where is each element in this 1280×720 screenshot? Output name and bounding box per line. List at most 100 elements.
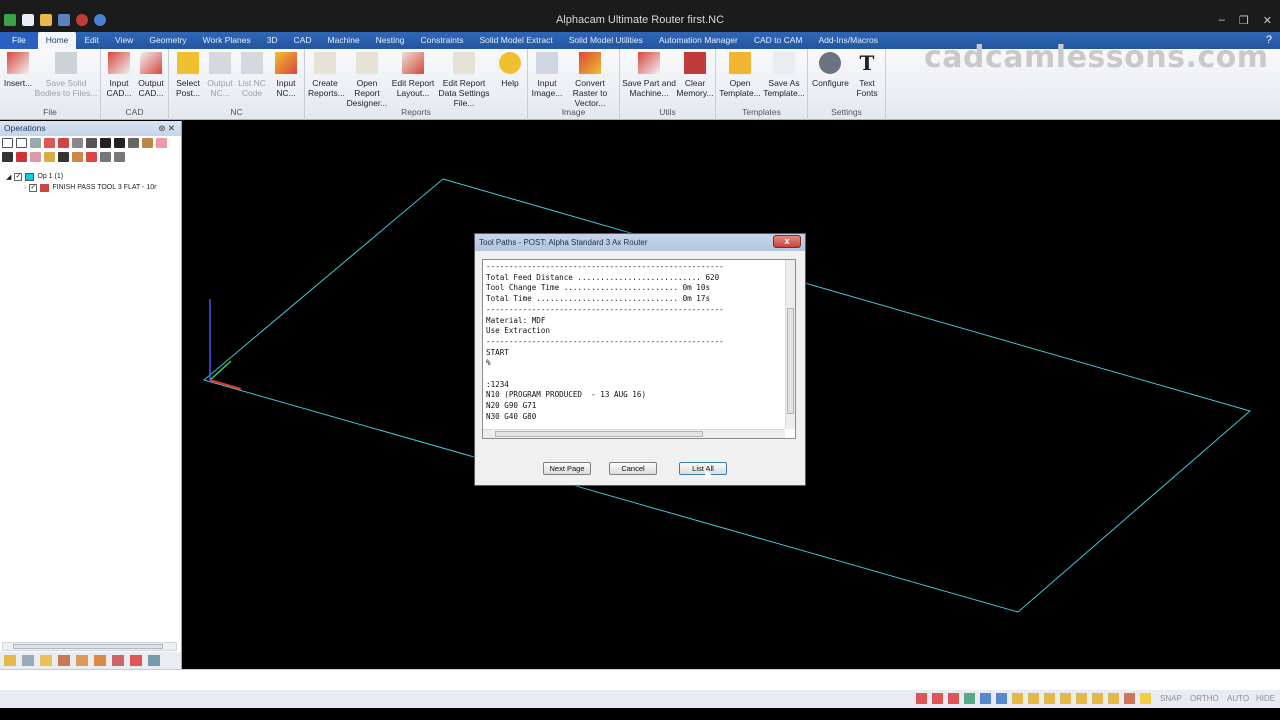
collapse-arrow-icon[interactable]: ◢: [6, 173, 11, 181]
layers-icon[interactable]: [4, 655, 16, 666]
command-bar[interactable]: [0, 669, 1280, 690]
tree-item-op1[interactable]: ◢ ✓ Op 1 (1): [6, 171, 156, 182]
status-icon-1[interactable]: [916, 693, 927, 704]
save-as-template-button[interactable]: Save As Template...: [762, 51, 806, 98]
operations-hscrollbar[interactable]: [2, 642, 177, 651]
tab-edit[interactable]: Edit: [76, 32, 107, 49]
input-cad-button[interactable]: Input CAD...: [102, 51, 136, 98]
sheet-icon[interactable]: [112, 655, 124, 666]
unlock-icon[interactable]: [44, 152, 55, 162]
tab-automation-manager[interactable]: Automation Manager: [651, 32, 746, 49]
open-report-designer-button[interactable]: Open Report Designer...: [343, 51, 391, 108]
expand-arrow-icon[interactable]: ›: [24, 184, 26, 191]
input-nc-button[interactable]: Input NC...: [269, 51, 303, 98]
refresh-icon[interactable]: [128, 138, 139, 148]
folder-icon[interactable]: [40, 655, 52, 666]
status-icon-4[interactable]: [964, 693, 975, 704]
tool-icon[interactable]: [58, 655, 70, 666]
wand-icon[interactable]: [156, 138, 167, 148]
merge-icon[interactable]: [114, 152, 125, 162]
pin-close-icon[interactable]: ⊛ ✕: [158, 121, 175, 136]
tab-3d[interactable]: 3D: [259, 32, 286, 49]
listing-vscroll-thumb[interactable]: [787, 308, 794, 414]
move-up-icon[interactable]: [100, 138, 111, 148]
listing-vscrollbar[interactable]: [785, 260, 795, 429]
tab-solid-model-utilities[interactable]: Solid Model Utilities: [561, 32, 651, 49]
cancel-button[interactable]: Cancel: [609, 462, 657, 475]
move-down-icon[interactable]: [114, 138, 125, 148]
tab-constraints[interactable]: Constraints: [412, 32, 471, 49]
collapse-all-icon[interactable]: [16, 138, 27, 148]
loop-icon[interactable]: [86, 138, 97, 148]
listing-hscroll-thumb[interactable]: [495, 431, 703, 437]
ortho-toggle[interactable]: ORTHO: [1190, 694, 1219, 703]
next-page-button[interactable]: Next Page: [543, 462, 591, 475]
tab-add-ins-macros[interactable]: Add-Ins/Macros: [810, 32, 886, 49]
scroll-thumb[interactable]: [13, 644, 163, 649]
cut-icon[interactable]: [86, 152, 97, 162]
edit-icon[interactable]: [44, 138, 55, 148]
report-small-icon[interactable]: [130, 655, 142, 666]
pencil-icon[interactable]: [142, 138, 153, 148]
split-icon[interactable]: [100, 152, 111, 162]
status-icon-12[interactable]: [1092, 693, 1103, 704]
status-icon-5[interactable]: [980, 693, 991, 704]
binoculars-icon[interactable]: [58, 152, 69, 162]
tab-machine[interactable]: Machine: [320, 32, 368, 49]
select-post-button[interactable]: Select Post...: [171, 51, 205, 98]
tab-geometry[interactable]: Geometry: [141, 32, 194, 49]
reports-help-button[interactable]: Help: [493, 51, 527, 88]
input-image-button[interactable]: Input Image...: [530, 51, 564, 98]
insert-button[interactable]: Insert...: [1, 51, 35, 88]
snap-toggle[interactable]: SNAP: [1160, 694, 1182, 703]
finish-pass-checkbox[interactable]: ✓: [29, 183, 38, 192]
tab-file[interactable]: File: [0, 32, 38, 49]
status-icon-10[interactable]: [1060, 693, 1071, 704]
open-template-button[interactable]: Open Template...: [718, 51, 762, 98]
restore-icon[interactable]: ❐: [1239, 14, 1249, 27]
output-nc-button[interactable]: Output NC...: [203, 51, 237, 98]
listing-hscrollbar[interactable]: [483, 429, 785, 438]
tree-item-finish-pass[interactable]: › ✓ FINISH PASS TOOL 3 FLAT - 10r: [24, 182, 156, 193]
edit-report-data-settings-button[interactable]: Edit Report Data Settings File...: [435, 51, 493, 108]
status-icon-2[interactable]: [932, 693, 943, 704]
text-fonts-button[interactable]: T Text Fonts: [850, 51, 884, 98]
minimize-icon[interactable]: –: [1219, 14, 1225, 27]
group-icon[interactable]: [58, 138, 69, 148]
close-icon[interactable]: ✕: [1263, 14, 1272, 27]
hide-toggle[interactable]: HIDE: [1256, 694, 1275, 703]
status-icon-15[interactable]: [1140, 693, 1151, 704]
tab-cad-to-cam[interactable]: CAD to CAM: [746, 32, 811, 49]
tab-cad[interactable]: CAD: [286, 32, 320, 49]
cut-part-icon[interactable]: [76, 655, 88, 666]
status-icon-6[interactable]: [996, 693, 1007, 704]
auto-toggle[interactable]: AUTO: [1227, 694, 1249, 703]
calc-icon[interactable]: [72, 152, 83, 162]
create-reports-button[interactable]: Create Reports...: [308, 51, 345, 98]
list-nc-code-button[interactable]: List NC Code: [235, 51, 269, 98]
configure-button[interactable]: Configure: [812, 51, 849, 88]
undo-icon[interactable]: [16, 152, 27, 162]
edit-report-layout-button[interactable]: Edit Report Layout...: [391, 51, 435, 98]
number-icon[interactable]: [72, 138, 83, 148]
nest-icon[interactable]: [94, 655, 106, 666]
lock-icon[interactable]: [30, 152, 41, 162]
properties-icon[interactable]: [30, 138, 41, 148]
tab-solid-model-extract[interactable]: Solid Model Extract: [471, 32, 560, 49]
status-icon-3[interactable]: [948, 693, 959, 704]
list-icon[interactable]: [22, 655, 34, 666]
clear-memory-button[interactable]: Clear Memory...: [676, 51, 714, 98]
delete-icon[interactable]: [2, 152, 13, 162]
status-icon-11[interactable]: [1076, 693, 1087, 704]
axis-icon[interactable]: [148, 655, 160, 666]
nc-listing-textbox[interactable]: ----------------------------------------…: [482, 259, 796, 439]
expand-all-icon[interactable]: [2, 138, 13, 148]
op1-checkbox[interactable]: ✓: [14, 172, 23, 181]
status-icon-8[interactable]: [1028, 693, 1039, 704]
tab-view[interactable]: View: [107, 32, 141, 49]
tab-nesting[interactable]: Nesting: [368, 32, 413, 49]
dialog-close-button[interactable]: x: [773, 235, 801, 248]
status-icon-7[interactable]: [1012, 693, 1023, 704]
convert-raster-button[interactable]: Convert Raster to Vector...: [564, 51, 616, 108]
status-icon-13[interactable]: [1108, 693, 1119, 704]
